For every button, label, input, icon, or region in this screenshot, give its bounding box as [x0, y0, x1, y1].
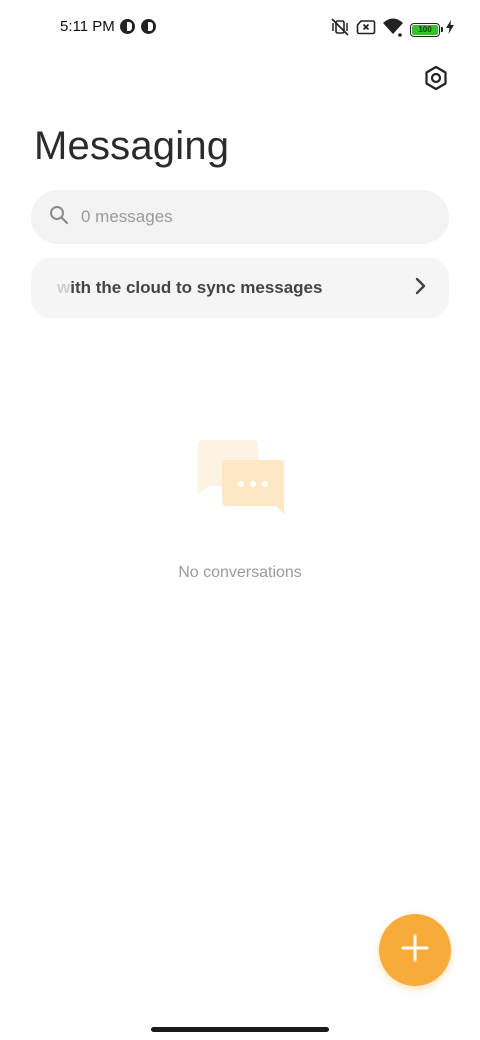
- notification-circle-icon: [120, 19, 135, 34]
- plus-icon: [401, 934, 429, 967]
- chat-bubbles-icon: [196, 438, 286, 518]
- sync-banner-text: with the cloud to sync messages: [57, 278, 323, 297]
- home-indicator[interactable]: [151, 1027, 329, 1032]
- vibrate-off-icon: [330, 18, 350, 41]
- wifi-icon: [382, 17, 404, 42]
- settings-button[interactable]: [422, 65, 450, 96]
- page-title: Messaging: [34, 124, 230, 168]
- sim-x-icon: [356, 19, 376, 40]
- charging-bolt-icon: [446, 20, 454, 39]
- status-bar: 5:11 PM 100: [0, 0, 480, 56]
- search-placeholder: 0 messages: [81, 207, 173, 226]
- status-right-icons: 100: [330, 17, 454, 42]
- battery-icon: 100: [410, 22, 443, 37]
- status-left-icons: [120, 19, 156, 34]
- search-input[interactable]: 0 messages: [31, 190, 449, 244]
- status-time: 5:11 PM: [60, 18, 115, 35]
- notification-circle-icon: [141, 19, 156, 34]
- new-conversation-button[interactable]: [379, 914, 451, 986]
- empty-state-text: No conversations: [178, 564, 302, 581]
- gear-icon: [423, 65, 449, 96]
- sync-banner[interactable]: with the cloud to sync messages: [31, 258, 449, 318]
- chevron-right-icon: [415, 277, 427, 300]
- battery-level: 100: [412, 24, 438, 35]
- search-icon: [49, 205, 81, 230]
